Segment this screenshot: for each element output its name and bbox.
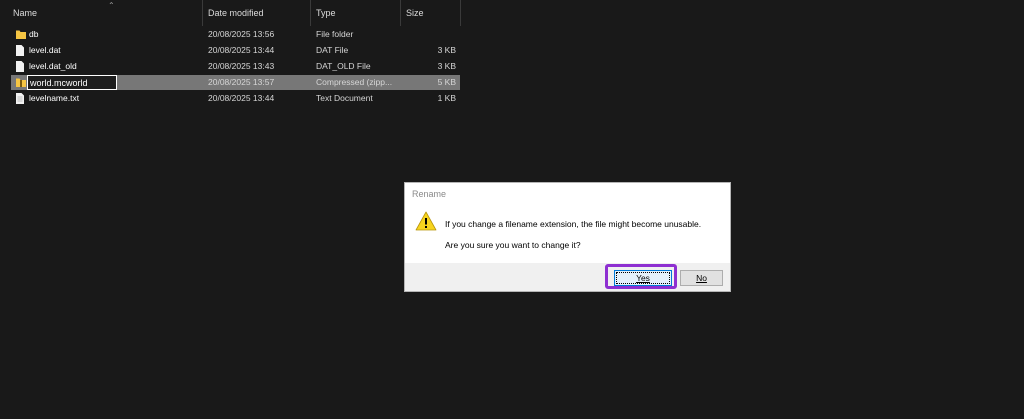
column-header-name-label: Name: [13, 8, 38, 18]
column-header-size[interactable]: Size: [401, 0, 461, 26]
file-type: DAT File: [316, 45, 349, 55]
rename-input[interactable]: [27, 75, 117, 90]
text-file-icon: [16, 93, 24, 104]
file-row-level-dat-old[interactable]: level.dat_old 20/08/2025 13:43 DAT_OLD F…: [11, 59, 460, 74]
file-explorer-window: Name ⌃ Date modified Type Size db 20/08/…: [0, 0, 1024, 419]
dialog-message: If you change a filename extension, the …: [445, 219, 702, 229]
file-date: 20/08/2025 13:44: [208, 45, 275, 55]
column-header-type[interactable]: Type: [311, 0, 401, 26]
dialog-question: Are you sure you want to change it?: [445, 240, 581, 250]
warning-icon: [415, 211, 437, 231]
column-header-size-label: Size: [406, 8, 424, 18]
file-date: 20/08/2025 13:56: [208, 29, 275, 39]
file-type: Compressed (zipp...: [316, 77, 393, 87]
file-type: File folder: [316, 29, 354, 39]
file-size: 1 KB: [437, 93, 456, 103]
column-header-date-label: Date modified: [208, 8, 264, 18]
file-size: 5 KB: [437, 77, 456, 87]
file-row-levelname-txt[interactable]: levelname.txt 20/08/2025 13:44 Text Docu…: [11, 91, 460, 106]
file-row-world-mcworld[interactable]: 20/08/2025 13:57 Compressed (zipp... 5 K…: [11, 75, 460, 90]
column-header-type-label: Type: [316, 8, 336, 18]
file-name: level.dat: [29, 45, 61, 55]
column-header-name[interactable]: Name ⌃: [8, 0, 203, 26]
file-date: 20/08/2025 13:43: [208, 61, 275, 71]
file-name: levelname.txt: [29, 93, 80, 103]
file-row-db[interactable]: db 20/08/2025 13:56 File folder: [11, 27, 460, 42]
folder-icon: [16, 29, 26, 40]
file-row-level-dat[interactable]: level.dat 20/08/2025 13:44 DAT File 3 KB: [11, 43, 460, 58]
rename-dialog: Rename If you change a filename extensio…: [404, 182, 731, 292]
no-button[interactable]: No: [680, 270, 723, 286]
file-type: Text Document: [316, 93, 373, 103]
file-size: 3 KB: [437, 61, 456, 71]
file-name: db: [29, 29, 39, 39]
file-icon: [16, 45, 24, 56]
yes-button[interactable]: Yes: [614, 270, 672, 286]
dialog-title: Rename: [412, 189, 447, 199]
file-size: 3 KB: [437, 45, 456, 55]
zip-folder-icon: [16, 77, 26, 88]
file-date: 20/08/2025 13:44: [208, 93, 275, 103]
column-header-date[interactable]: Date modified: [203, 0, 311, 26]
file-type: DAT_OLD File: [316, 61, 371, 71]
file-icon: [16, 61, 24, 72]
file-name: level.dat_old: [29, 61, 77, 71]
sort-ascending-icon: ⌃: [108, 1, 115, 10]
file-date: 20/08/2025 13:57: [208, 77, 275, 87]
